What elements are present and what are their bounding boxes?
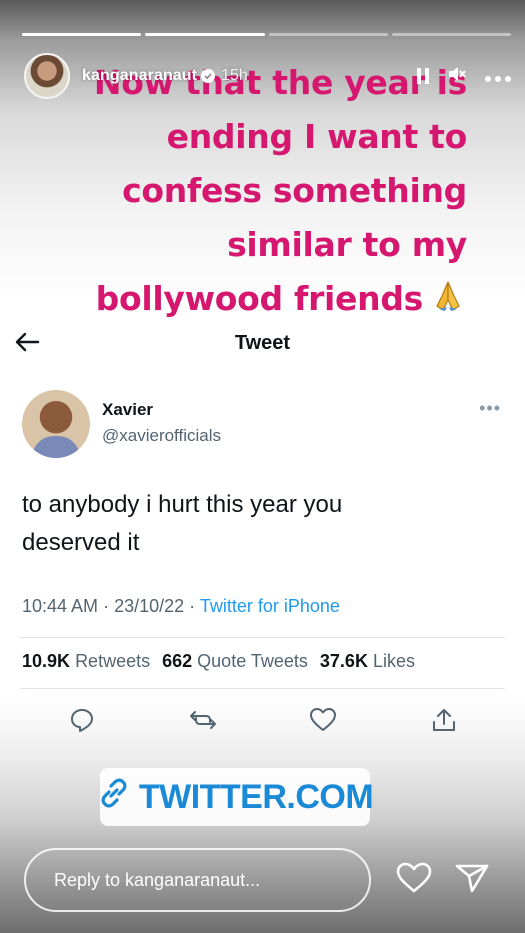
story-time: 15h [221,67,248,84]
quotes-count: 662 [162,651,193,671]
progress-segment [268,33,388,36]
author-handle: @xavierofficials [102,426,221,445]
link-sticker[interactable]: TWITTER.COM [97,768,374,826]
story-username[interactable]: kanganaranaut [82,67,197,85]
story-viewer: Now that the year is ending I want to co… [0,0,525,933]
tweet-author: Xavier @xavierofficials ••• [22,390,505,460]
caption-line: confess something [122,171,467,210]
tweet-text: to anybody i hurt this year you deserved… [22,486,462,562]
tweet-meta: 10:44 AM · 23/10/22 · Twitter for iPhone [22,596,340,616]
retweets-label: Retweets [75,651,151,671]
heart-icon [299,702,347,738]
reply-icon [58,702,106,738]
tweet-actions [58,702,468,738]
tweet-topbar: Tweet [0,322,525,364]
more-options-icon[interactable] [485,66,511,86]
verified-badge-icon [201,69,216,83]
story-header: kanganaranaut 15h [24,52,511,100]
caption-line: ending I want to [166,117,468,156]
link-icon [97,776,131,819]
more-dots-icon: ••• [479,398,501,418]
progress-segment [22,33,142,36]
divider [20,688,505,689]
divider [20,637,505,638]
pause-icon[interactable] [417,68,429,84]
share-icon [420,702,468,738]
link-label: TWITTER.COM [138,777,374,816]
retweet-icon [179,702,227,738]
tweet-text-line: to anybody i hurt this year you [22,491,343,518]
progress-segment [145,33,265,36]
tweet-stats: 10.9K Retweets 662 Quote Tweets 37.6K Like… [22,651,415,672]
tweet-date: 23/10/22 [114,596,185,616]
likes-label: Likes [372,651,415,671]
tweet-text-line: deserved it [22,529,140,556]
caption-line: similar to my [227,225,467,264]
likes-count: 37.6K [319,651,368,671]
retweets-count: 10.9K [22,651,71,671]
tweet-time: 10:44 AM [22,596,99,616]
caption-line: bollywood friends [95,279,424,318]
progress-segment [391,33,511,36]
header-controls [417,65,511,87]
story-like-button[interactable] [394,858,434,898]
send-icon[interactable] [452,858,492,898]
mute-icon[interactable] [447,65,467,87]
avatar[interactable] [24,53,70,99]
quotes-label: Quote Tweets [197,651,308,671]
author-avatar [22,390,90,458]
tweet-source: Twitter for iPhone [199,596,340,616]
tweet-page-title: Tweet [234,332,291,354]
reply-input[interactable]: Reply to kanganaranaut... [24,848,371,912]
author-name: Xavier [102,400,154,419]
story-progress [22,33,511,36]
